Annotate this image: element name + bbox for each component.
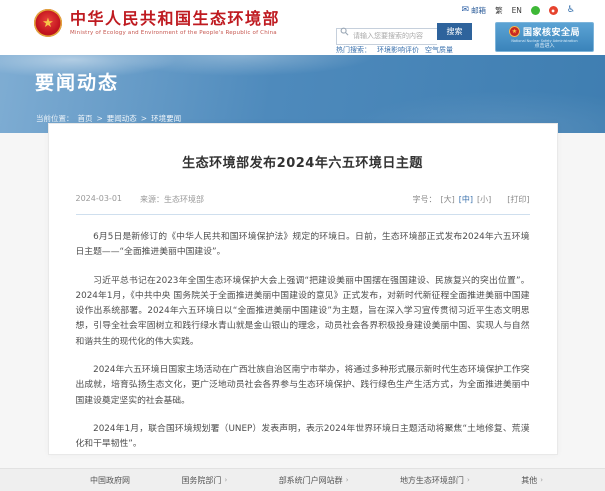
font-size-label: 字号： — [413, 194, 437, 205]
site-brand[interactable]: ★ 中华人民共和国生态环境部 Ministry of Ecology and E… — [34, 9, 280, 37]
footer-link-portal-sites[interactable]: 部系统门户网站群 › — [279, 475, 349, 486]
mail-link[interactable]: ✉ 邮箱 — [462, 5, 487, 16]
accessibility-icon[interactable]: ♿ — [567, 6, 575, 15]
font-size-small-button[interactable]: [小] — [477, 194, 491, 205]
emblem-star-icon: ★ — [42, 17, 54, 30]
article-meta-right: 字号： [大] [中] [小] [打印] — [413, 194, 530, 205]
footer-link-gov[interactable]: 中国政府网 — [90, 475, 130, 486]
article-meta-row: 2024-03-01 来源：生态环境部 字号： [大] [中] [小] [打印] — [76, 194, 530, 215]
footer-link-label: 中国政府网 — [90, 475, 130, 486]
chevron-right-icon: › — [467, 476, 470, 484]
weibo-icon[interactable] — [549, 6, 558, 15]
footer-link-label: 地方生态环境部门 — [400, 475, 464, 486]
search-button[interactable]: 搜索 — [437, 23, 472, 40]
nsa-enter-label: 点击进入 — [496, 43, 593, 49]
print-button[interactable]: [打印] — [507, 194, 529, 205]
traditional-chinese-toggle[interactable]: 繁 — [495, 5, 503, 16]
footer-link-label: 国务院部门 — [181, 475, 221, 486]
article-meta-left: 2024-03-01 来源：生态环境部 — [76, 194, 205, 205]
article-source: 来源：生态环境部 — [140, 194, 204, 205]
search-input[interactable] — [336, 28, 437, 45]
search-input-wrap — [336, 23, 437, 45]
footer-link-others[interactable]: 其他 › — [521, 475, 543, 486]
site-title: 中华人民共和国生态环境部 — [70, 10, 280, 28]
article-paragraph: 习近平总书记在2023年全国生态环境保护大会上强调“把建设美丽中国摆在强国建设、… — [76, 274, 530, 350]
search-icon — [340, 27, 349, 36]
breadcrumb-separator: > — [141, 114, 147, 123]
section-title: 要闻动态 — [35, 68, 119, 95]
mail-label: 邮箱 — [471, 5, 486, 16]
footer-link-label: 其他 — [521, 475, 537, 486]
font-size-medium-button[interactable]: [中] — [459, 194, 473, 205]
site-subtitle: Ministry of Ecology and Environment of t… — [70, 30, 280, 36]
chevron-right-icon: › — [346, 476, 349, 484]
site-footer: 中国政府网 国务院部门 › 部系统门户网站群 › 地方生态环境部门 › 其他 › — [0, 468, 605, 491]
hot-search-term-air[interactable]: 空气质量 — [425, 45, 453, 55]
search-bar: 搜索 — [336, 23, 472, 45]
mail-icon: ✉ — [462, 6, 470, 15]
main-content-area: 生态环境部发布2024年六五环境日主题 2024-03-01 来源：生态环境部 … — [0, 133, 605, 468]
article-title: 生态环境部发布2024年六五环境日主题 — [76, 152, 530, 171]
hot-search-row: 热门搜索： 环境影响评价 空气质量 — [336, 45, 453, 55]
national-emblem-icon: ★ — [34, 9, 62, 37]
nsa-emblem-icon: ★ — [509, 26, 520, 37]
hot-search-label: 热门搜索： — [336, 45, 371, 55]
nsa-title: 国家核安全局 — [523, 25, 580, 38]
brand-text: 中华人民共和国生态环境部 Ministry of Ecology and Env… — [70, 10, 280, 36]
font-size-large-button[interactable]: [大] — [441, 194, 455, 205]
nsa-star-icon: ★ — [512, 29, 517, 35]
article-paragraph: 2024年六五环境日国家主场活动在广西壮族自治区南宁市举办，将通过多种形式展示新… — [76, 363, 530, 409]
article-date: 2024-03-01 — [76, 194, 123, 205]
footer-link-label: 部系统门户网站群 — [279, 475, 343, 486]
hot-search-term-eia[interactable]: 环境影响评价 — [377, 45, 419, 55]
article-card: 生态环境部发布2024年六五环境日主题 2024-03-01 来源：生态环境部 … — [48, 123, 558, 455]
nsa-subtitle: National Nuclear Safety Administration — [503, 38, 585, 42]
wechat-icon[interactable] — [531, 6, 540, 15]
nsa-title-row: ★ 国家核安全局 — [496, 25, 593, 38]
site-header: ★ 中华人民共和国生态环境部 Ministry of Ecology and E… — [0, 0, 605, 55]
article-paragraph: 6月5日是新修订的《中华人民共和国环境保护法》规定的环境日。日前，生态环境部正式… — [76, 230, 530, 261]
footer-link-local-departments[interactable]: 地方生态环境部门 › — [400, 475, 470, 486]
article-paragraph: 2024年1月，联合国环境规划署（UNEP）发表声明，表示2024年世界环境日主… — [76, 422, 530, 453]
breadcrumb-separator: > — [97, 114, 103, 123]
chevron-right-icon: › — [224, 476, 227, 484]
english-toggle[interactable]: EN — [512, 6, 522, 15]
utility-bar: ✉ 邮箱 繁 EN ♿ — [462, 5, 575, 16]
footer-link-state-council[interactable]: 国务院部门 › — [181, 475, 227, 486]
nuclear-safety-badge[interactable]: ★ 国家核安全局 National Nuclear Safety Adminis… — [495, 22, 594, 52]
article-body: 6月5日是新修订的《中华人民共和国环境保护法》规定的环境日。日前，生态环境部正式… — [76, 230, 530, 453]
section-banner: 要闻动态 当前位置： 首页 > 要闻动态 > 环境要闻 — [0, 55, 605, 133]
chevron-right-icon: › — [540, 476, 543, 484]
